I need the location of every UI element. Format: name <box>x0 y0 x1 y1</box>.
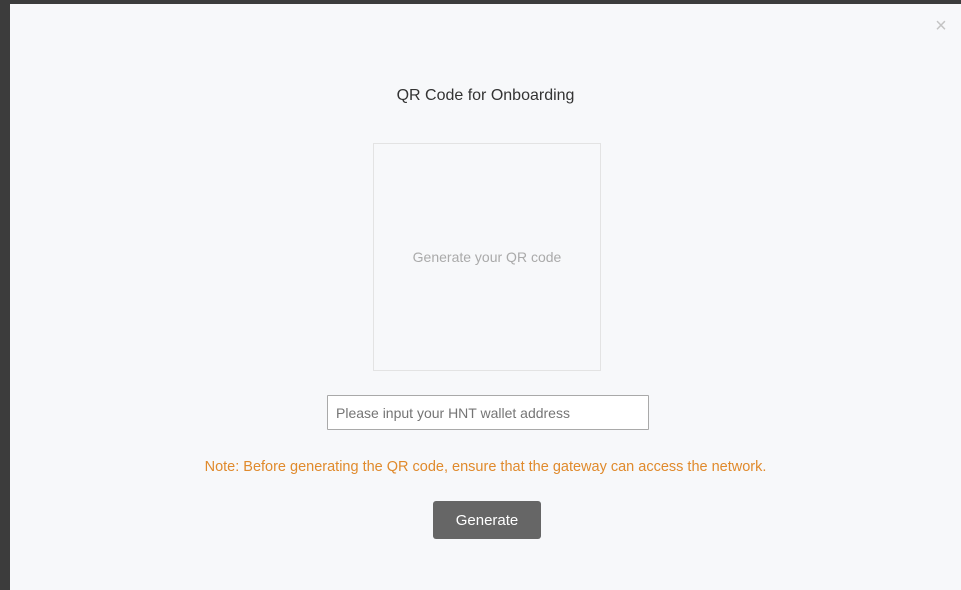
qr-placeholder-text: Generate your QR code <box>412 249 562 265</box>
qr-code-area: Generate your QR code <box>373 143 601 371</box>
wallet-address-input[interactable] <box>327 395 649 430</box>
onboarding-qr-modal: × QR Code for Onboarding Generate your Q… <box>10 4 961 590</box>
generate-button[interactable]: Generate <box>433 501 541 539</box>
close-icon[interactable]: × <box>933 16 949 36</box>
modal-title: QR Code for Onboarding <box>396 87 575 104</box>
network-note: Note: Before generating the QR code, ens… <box>204 459 767 475</box>
